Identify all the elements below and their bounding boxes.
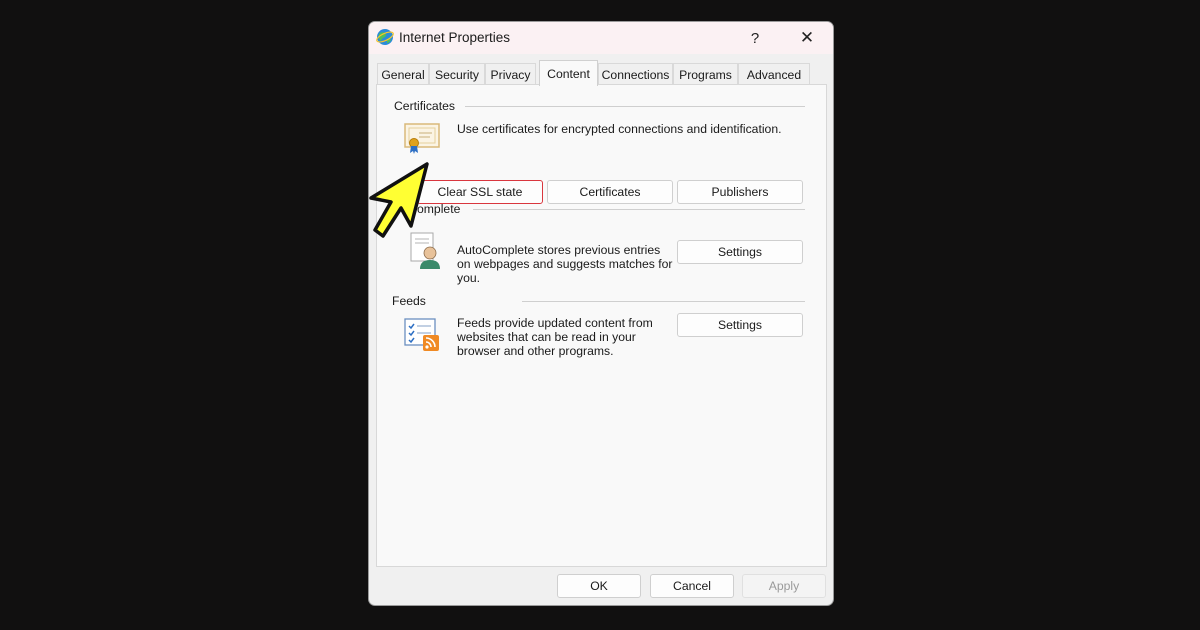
close-button[interactable]: ✕ [785,22,829,54]
tab-advanced[interactable]: Advanced [738,63,810,85]
certificates-divider [465,106,805,107]
feeds-rss-icon [404,318,439,351]
help-button[interactable]: ? [733,22,777,54]
ok-button[interactable]: OK [557,574,641,598]
tab-security[interactable]: Security [429,63,485,85]
feeds-settings-button[interactable]: Settings [677,313,803,337]
autocomplete-settings-button[interactable]: Settings [677,240,803,264]
certificates-group-label: Certificates [394,99,455,113]
internet-globe-icon [376,29,394,45]
certificates-button[interactable]: Certificates [547,180,673,204]
tab-connections[interactable]: Connections [598,63,673,85]
tab-privacy[interactable]: Privacy [485,63,536,85]
close-icon: ✕ [799,28,815,47]
clear-ssl-state-button[interactable]: Clear SSL state [417,180,543,204]
certificate-icon [404,123,440,154]
help-icon: ? [750,29,760,47]
mouse-pointer-icon [369,162,429,238]
certificates-description: Use certificates for encrypted connectio… [457,122,782,136]
internet-properties-dialog: Internet Properties ? ✕ General Security… [368,21,834,606]
tab-content[interactable]: Content [539,60,598,86]
tab-programs[interactable]: Programs [673,63,738,85]
autocomplete-divider [473,209,805,210]
title-bar[interactable]: Internet Properties ? ✕ [369,22,833,54]
tab-general[interactable]: General [377,63,429,85]
feeds-divider [522,301,805,302]
apply-button[interactable]: Apply [742,574,826,598]
window-title: Internet Properties [399,30,511,45]
content-tab-panel: Certificates Use certificates for encryp… [376,84,827,567]
publishers-button[interactable]: Publishers [677,180,803,204]
cancel-button[interactable]: Cancel [650,574,734,598]
feeds-group-label: Feeds [392,294,426,308]
